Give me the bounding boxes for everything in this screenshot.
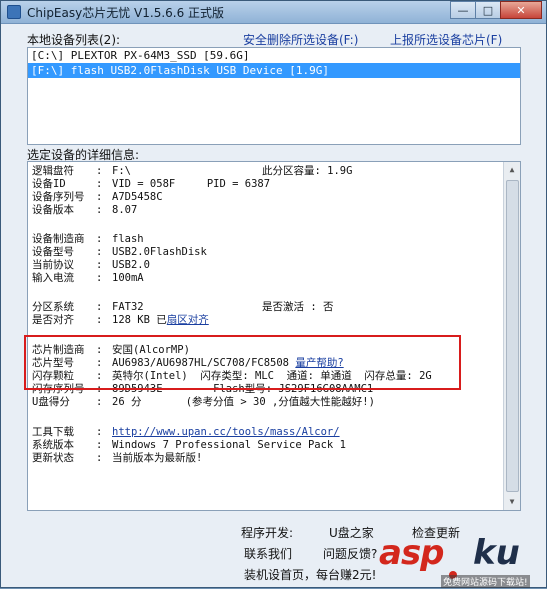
device-item-c[interactable]: [C:\] PLEXTOR PX-64M3_SSD [59.6G] <box>28 48 520 63</box>
sector-align-link[interactable]: 扇区对齐 <box>167 314 209 326</box>
site-watermark: asp ku 免费网站源码下载站! <box>379 531 547 589</box>
app-icon <box>7 5 21 19</box>
row-score: U盘得分:26 分 (参考分值 > 30 ,分值越大性能越好!) <box>32 396 375 408</box>
report-chip-link[interactable]: 上报所选设备芯片(F) <box>390 31 502 48</box>
scroll-up-icon[interactable]: ▲ <box>504 162 520 178</box>
device-list[interactable]: [C:\] PLEXTOR PX-64M3_SSD [59.6G] [F:\] … <box>27 47 521 145</box>
device-list-label: 本地设备列表(2): <box>27 33 121 47</box>
row-filesystem: 分区系统: FAT32 是否激活 : 否 <box>32 301 334 313</box>
minimize-button[interactable]: — <box>450 1 476 19</box>
scroll-thumb[interactable] <box>506 180 519 492</box>
safe-remove-link[interactable]: 安全删除所选设备(F:) <box>243 31 358 48</box>
close-button[interactable]: ✕ <box>500 1 542 19</box>
tool-download-link[interactable]: http://www.upan.cc/tools/mass/Alcor/ <box>112 426 340 438</box>
app-window: ChipEasy芯片无忧 V1.5.6.6 正式版 — □ ✕ 本地设备列表(2… <box>0 0 547 588</box>
title-bar[interactable]: ChipEasy芯片无忧 V1.5.6.6 正式版 — □ ✕ <box>1 1 546 24</box>
row-serial: 设备序列号: A7D5458C <box>32 191 163 203</box>
chip-info-highlight <box>24 335 461 390</box>
row-model: 设备型号: USB2.0FlashDisk <box>32 246 207 258</box>
window-title: ChipEasy芯片无忧 V1.5.6.6 正式版 <box>27 6 225 20</box>
watermark-subtitle: 免费网站源码下载站! <box>441 575 530 588</box>
row-align: 是否对齐:128 KB 已扇区对齐 <box>32 314 209 326</box>
row-update: 更新状态: 当前版本为最新版! <box>32 452 203 464</box>
row-drive-letter: 逻辑盘符: F:\ 此分区容量: 1.9G <box>32 165 353 177</box>
watermark-asp: asp <box>379 533 445 573</box>
details-scrollbar[interactable]: ▲ ▼ <box>503 162 520 510</box>
install-home-link[interactable]: 装机设首页，每台赚2元! <box>244 566 376 583</box>
window-controls: — □ ✕ <box>450 1 542 19</box>
row-version: 设备版本:8.07 <box>32 204 138 216</box>
developer-link[interactable]: U盘之家 <box>329 524 374 541</box>
contact-link[interactable]: 联系我们 <box>244 545 292 562</box>
row-os: 系统版本: Windows 7 Professional Service Pack… <box>32 439 346 451</box>
feedback-link[interactable]: 问题反馈? <box>323 545 377 562</box>
device-item-f[interactable]: [F:\] flash USB2.0FlashDisk USB Device [… <box>28 63 520 78</box>
row-device-id: 设备ID: VID = 058F PID = 6387 <box>32 178 271 190</box>
scroll-down-icon[interactable]: ▼ <box>504 494 520 510</box>
row-protocol: 当前协议: USB2.0 <box>32 259 150 271</box>
row-maker: 设备制造商: flash <box>32 233 144 245</box>
row-current: 输入电流:100mA <box>32 272 144 284</box>
maximize-button[interactable]: □ <box>475 1 501 19</box>
watermark-ku: ku <box>473 533 520 573</box>
row-tool-download: 工具下载: http://www.upan.cc/tools/mass/Alcor… <box>32 426 340 438</box>
developer-label: 程序开发: <box>241 526 294 540</box>
